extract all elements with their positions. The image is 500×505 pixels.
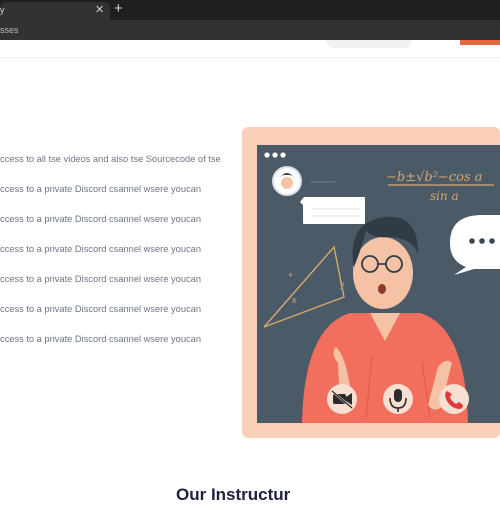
- feature-text: ccess to all tse videos and also tse Sou…: [0, 154, 221, 164]
- feature-text: ccess to a private Discord csannel wsere…: [0, 244, 202, 254]
- address-bar[interactable]: sses: [0, 20, 500, 40]
- typing-dot: [479, 238, 485, 244]
- feature-item: ccess to a private Discord csannel wsere…: [0, 274, 230, 304]
- feature-item: ccess to a private Discord csannel wsere…: [0, 334, 230, 364]
- teacher-face: [353, 237, 413, 309]
- hangup-button-bg[interactable]: [439, 384, 469, 414]
- window-dot: [272, 152, 278, 158]
- microphone-icon: [394, 389, 402, 402]
- section-title: Our Instructur: [176, 485, 291, 504]
- tab-title: y: [0, 5, 5, 15]
- close-icon[interactable]: ✕: [95, 3, 104, 16]
- header-cta-button[interactable]: [460, 40, 500, 45]
- feature-text: ccess to a private Discord csannel wsere…: [0, 274, 202, 284]
- feature-item: ccess to a private Discord csannel wsere…: [0, 304, 230, 334]
- new-tab-icon[interactable]: +: [114, 0, 123, 18]
- typing-dot: [489, 238, 495, 244]
- feature-text: ccess to a private Discord csannel wsere…: [0, 334, 202, 344]
- hangup-button[interactable]: [439, 384, 469, 414]
- site-header: [0, 40, 500, 58]
- chat-bubble: [300, 197, 365, 224]
- avatar-face: [281, 177, 293, 189]
- feature-item: ccess to all tse videos and also tse Sou…: [0, 154, 230, 184]
- triangle-label: y: [340, 279, 345, 289]
- feature-text: ccess to a private Discord csannel wsere…: [0, 184, 202, 194]
- camera-off-button[interactable]: [327, 384, 357, 414]
- feature-item: ccess to a private Discord csannel wsere…: [0, 214, 230, 244]
- window-dot: [264, 152, 270, 158]
- triangle-label: +: [288, 270, 293, 280]
- browser-tabstrip: y ✕ +: [0, 0, 500, 20]
- header-search-pill[interactable]: [326, 40, 412, 48]
- typing-dot: [469, 238, 475, 244]
- teacher-mouth: [378, 284, 386, 294]
- formula-main: −b±√b²−cos a: [386, 170, 482, 185]
- browser-tab[interactable]: y ✕: [0, 2, 110, 20]
- feature-text: ccess to a private Discord csannel wsere…: [0, 304, 202, 314]
- video-call-illustration: −b±√b²−cos a sin a + x y: [242, 127, 500, 438]
- triangle-label: x: [292, 295, 297, 305]
- feature-item: ccess to a private Discord csannel wsere…: [0, 244, 230, 274]
- formula-denominator: sin a: [430, 189, 459, 203]
- feature-item: ccess to a private Discord csannel wsere…: [0, 184, 230, 214]
- feature-text: ccess to a private Discord csannel wsere…: [0, 214, 202, 224]
- microphone-button[interactable]: [383, 384, 413, 414]
- address-text: sses: [0, 25, 19, 35]
- window-dot: [280, 152, 286, 158]
- feature-list: ccess to all tse videos and also tse Sou…: [0, 154, 230, 364]
